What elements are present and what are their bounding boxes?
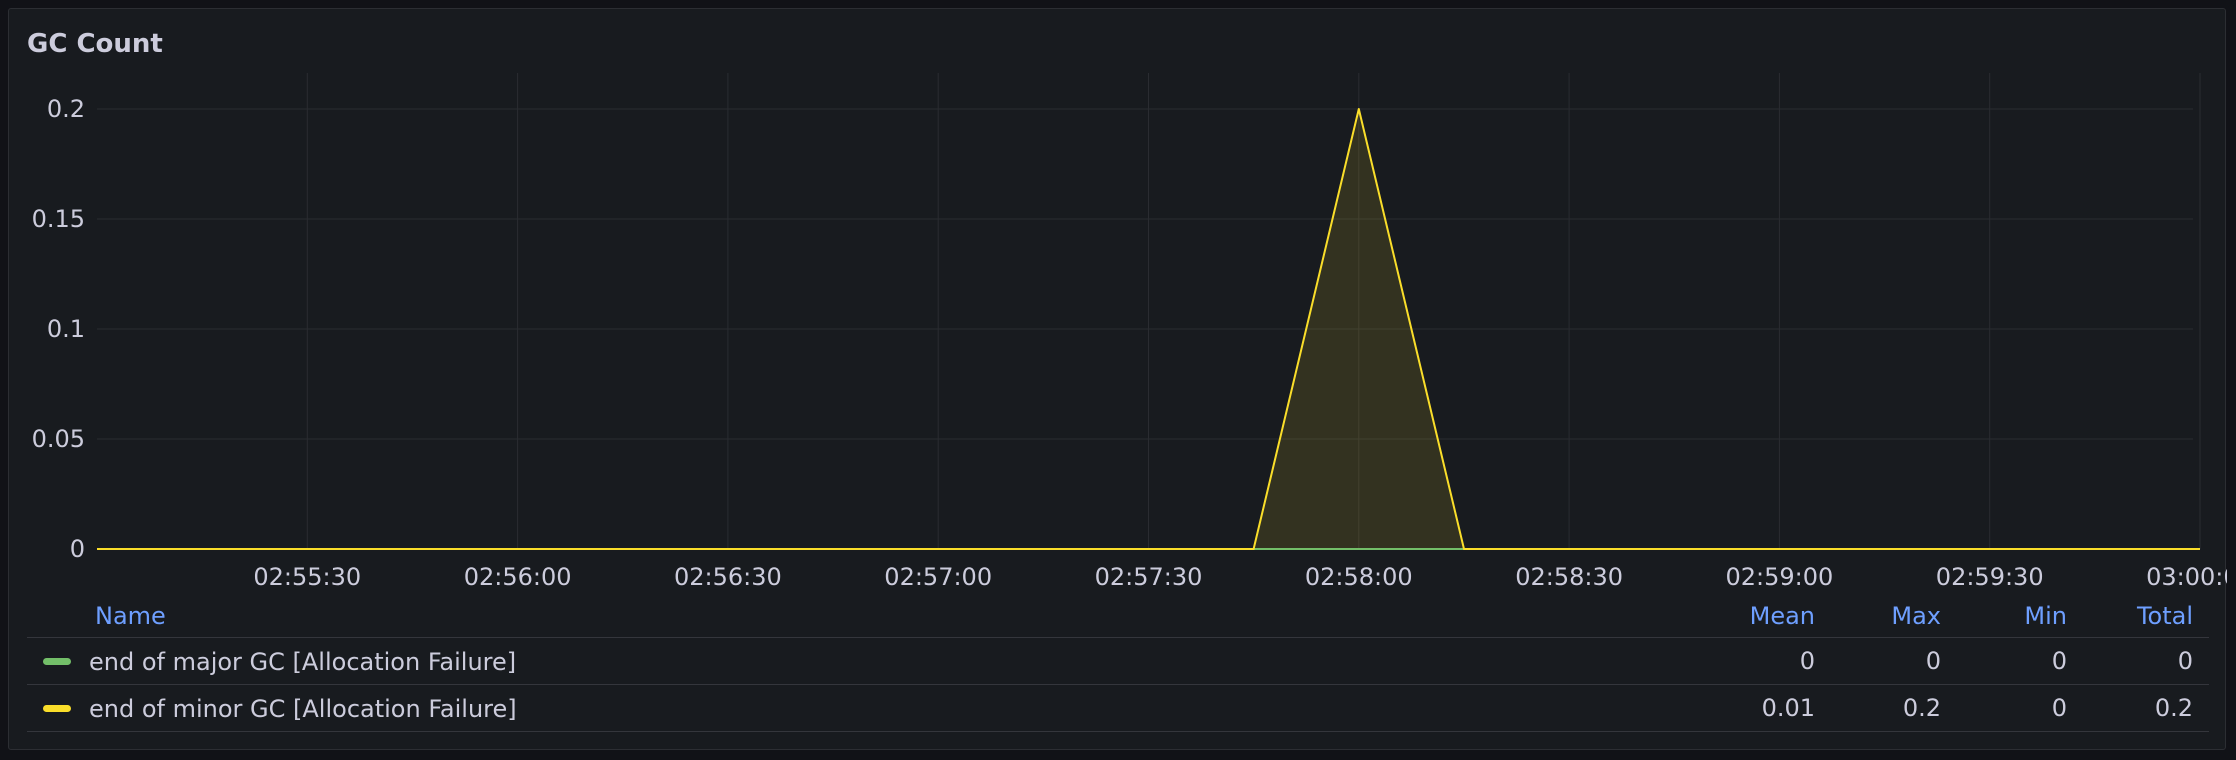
- series-color-swatch[interactable]: [43, 658, 71, 665]
- x-tick-label: 02:57:00: [884, 563, 992, 591]
- gc-count-panel: GC Count 0 0.05 0.1 0.15 0.2 02:55:30 02:56:0…: [8, 8, 2227, 750]
- y-tick-label: 0.1: [47, 315, 85, 343]
- legend-max-value: 0.2: [1815, 684, 1941, 732]
- legend-name-cell[interactable]: end of major GC [Allocation Failure]: [27, 637, 1695, 685]
- grid: [97, 73, 2201, 550]
- x-tick-label: 02:56:30: [674, 563, 782, 591]
- legend-name-cell[interactable]: end of minor GC [Allocation Failure]: [27, 684, 1695, 732]
- x-tick-label: 03:00:00: [2146, 563, 2227, 591]
- legend-max-value: 0: [1815, 637, 1941, 685]
- x-axis-ticks: 02:55:30 02:56:00 02:56:30 02:57:00 02:57:30…: [253, 563, 2227, 591]
- y-tick-label: 0.2: [47, 95, 85, 123]
- x-tick-label: 02:58:30: [1515, 563, 1623, 591]
- x-tick-label: 02:59:30: [1936, 563, 2044, 591]
- legend-header-total[interactable]: Total: [2067, 601, 2209, 638]
- legend-total-value: 0.2: [2067, 684, 2209, 732]
- legend-header-row: Name Mean Max Min Total: [27, 601, 2209, 638]
- legend-mean-value: 0.01: [1695, 684, 1815, 732]
- legend-row-minor-gc[interactable]: end of minor GC [Allocation Failure] 0.0…: [27, 684, 2209, 732]
- legend-total-value: 0: [2067, 637, 2209, 685]
- legend-header-mean[interactable]: Mean: [1695, 601, 1815, 638]
- x-tick-label: 02:55:30: [253, 563, 361, 591]
- legend-min-value: 0: [1941, 684, 2067, 732]
- legend-header-min[interactable]: Min: [1941, 601, 2067, 638]
- series-color-swatch[interactable]: [43, 705, 71, 712]
- legend-mean-value: 0: [1695, 637, 1815, 685]
- y-tick-label: 0: [70, 535, 85, 563]
- x-tick-label: 02:56:00: [464, 563, 572, 591]
- legend-table: Name Mean Max Min Total end of major GC …: [27, 601, 2209, 732]
- legend-header-max[interactable]: Max: [1815, 601, 1941, 638]
- y-tick-label: 0.15: [32, 205, 85, 233]
- x-tick-label: 02:59:00: [1726, 563, 1834, 591]
- gc-count-chart: 0 0.05 0.1 0.15 0.2 02:55:30 02:56:00 02:56:30…: [32, 73, 2227, 591]
- x-tick-label: 02:57:30: [1095, 563, 1203, 591]
- x-tick-label: 02:58:00: [1305, 563, 1413, 591]
- legend-min-value: 0: [1941, 637, 2067, 685]
- legend-row-major-gc[interactable]: end of major GC [Allocation Failure] 0 0…: [27, 637, 2209, 685]
- y-tick-label: 0.05: [32, 425, 85, 453]
- legend-header-name[interactable]: Name: [27, 601, 1695, 638]
- series-name[interactable]: end of minor GC [Allocation Failure]: [89, 695, 517, 723]
- series-name[interactable]: end of major GC [Allocation Failure]: [89, 648, 516, 676]
- y-axis-ticks: 0 0.05 0.1 0.15 0.2: [32, 95, 85, 563]
